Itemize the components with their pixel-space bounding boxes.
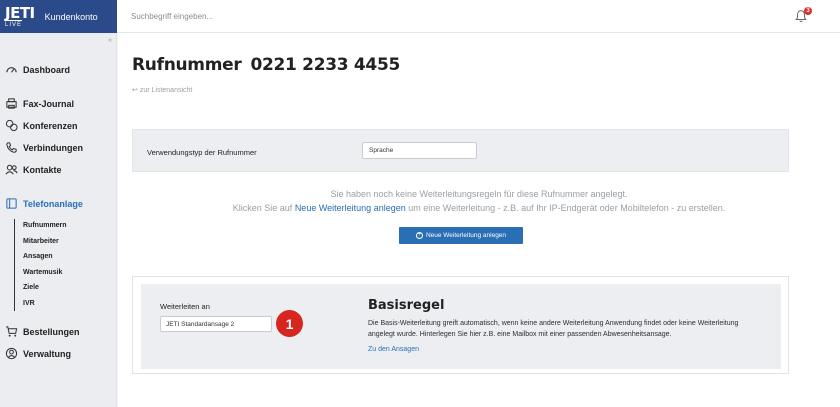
forward-to-label: Weiterleiten an: [160, 302, 210, 311]
sidebar-item-telefonanlage[interactable]: Telefonanlage: [5, 197, 83, 210]
logo-jeti: JETI: [5, 3, 35, 22]
sidebar-item-verwaltung[interactable]: Verwaltung: [5, 347, 71, 360]
fax-icon: [6, 98, 17, 109]
logo-live: LIVE: [5, 19, 23, 28]
basis-rule-panel: Weiterleiten an JETI Standardansage 2 1 …: [141, 284, 781, 369]
usage-type-select[interactable]: Sprache: [362, 142, 477, 159]
usage-type-panel: Verwendungstyp der Rufnummer Sprache: [132, 129, 789, 172]
basis-rule-card: Weiterleiten an JETI Standardansage 2 1 …: [132, 276, 789, 374]
plus-icon: +: [415, 232, 423, 239]
dashboard-icon: [6, 67, 17, 73]
empty-state-line1: Sie haben noch keine Weiterleitungsregel…: [330, 189, 628, 199]
conference-icon: [5, 119, 18, 132]
account-label: Kundenkonto: [44, 11, 98, 22]
search-input[interactable]: [131, 11, 431, 21]
usage-type-label: Verwendungstyp der Rufnummer: [147, 148, 257, 157]
sidebar-subitem-wartemusik[interactable]: Wartemusik: [23, 269, 62, 276]
user-icon: [5, 347, 18, 360]
phone-icon: [6, 142, 17, 153]
topbar: 3: [117, 0, 840, 33]
contacts-icon: [5, 164, 18, 175]
announcements-link[interactable]: Zu den Ansagen: [368, 346, 419, 353]
basis-rule-description: Die Basis-Weiterleitung greift automatis…: [368, 320, 739, 338]
new-forwarding-link[interactable]: Neue Weiterleitung anlegen: [295, 203, 406, 213]
empty-state-line2: Klicken Sie auf Neue Weiterleitung anleg…: [232, 203, 726, 213]
submenu-line: [14, 219, 15, 311]
sidebar-item-bestellungen[interactable]: Bestellungen: [5, 325, 80, 338]
sidebar-subitem-ansagen[interactable]: Ansagen: [23, 253, 53, 260]
brand[interactable]: JETI LIVE Kundenkonto: [0, 0, 117, 33]
main-content: Rufnummer 0221 2233 4455 ↩ zur Listenansi…: [118, 33, 840, 407]
phone-system-icon: [6, 198, 17, 209]
collapse-icon[interactable]: «: [108, 37, 112, 44]
page-title-label: Rufnummer: [132, 55, 242, 75]
back-arrow-icon: ↩: [132, 87, 138, 94]
sidebar-item-dashboard[interactable]: Dashboard: [5, 63, 70, 76]
sidebar-subitem-ivr[interactable]: IVR: [23, 300, 35, 307]
sidebar-item-verbindungen[interactable]: Verbindungen: [5, 141, 83, 154]
basis-rule-title: Basisregel: [368, 298, 445, 313]
back-to-list-link[interactable]: ↩ zur Listenansicht: [132, 86, 192, 94]
cart-icon: [5, 326, 18, 337]
step-marker: 1: [276, 310, 303, 337]
sidebar-item-konferenzen[interactable]: Konferenzen: [5, 119, 78, 132]
sidebar-subitem-ziele[interactable]: Ziele: [23, 284, 39, 291]
sidebar-subitem-mitarbeiter[interactable]: Mitarbeiter: [23, 238, 59, 245]
forward-to-select[interactable]: JETI Standardansage 2: [160, 316, 272, 332]
page-title-number: 0221 2233 4455: [250, 55, 401, 75]
header: JETI LIVE Kundenkonto 3: [0, 0, 840, 33]
jeti-live-logo: JETI LIVE: [5, 3, 35, 28]
sidebar-item-fax-journal[interactable]: Fax-Journal: [5, 97, 74, 110]
sidebar-subitem-rufnummern[interactable]: Rufnummern: [23, 222, 67, 229]
page-title: Rufnummer 0221 2233 4455: [132, 55, 400, 75]
sidebar-item-kontakte[interactable]: Kontakte: [5, 163, 62, 176]
sidebar: « Dashboard Fax-Journal Konferenzen Verb…: [0, 33, 117, 407]
notification-badge: 3: [804, 7, 812, 15]
new-forwarding-button[interactable]: + Neue Weiterleitung anlegen: [399, 227, 523, 244]
